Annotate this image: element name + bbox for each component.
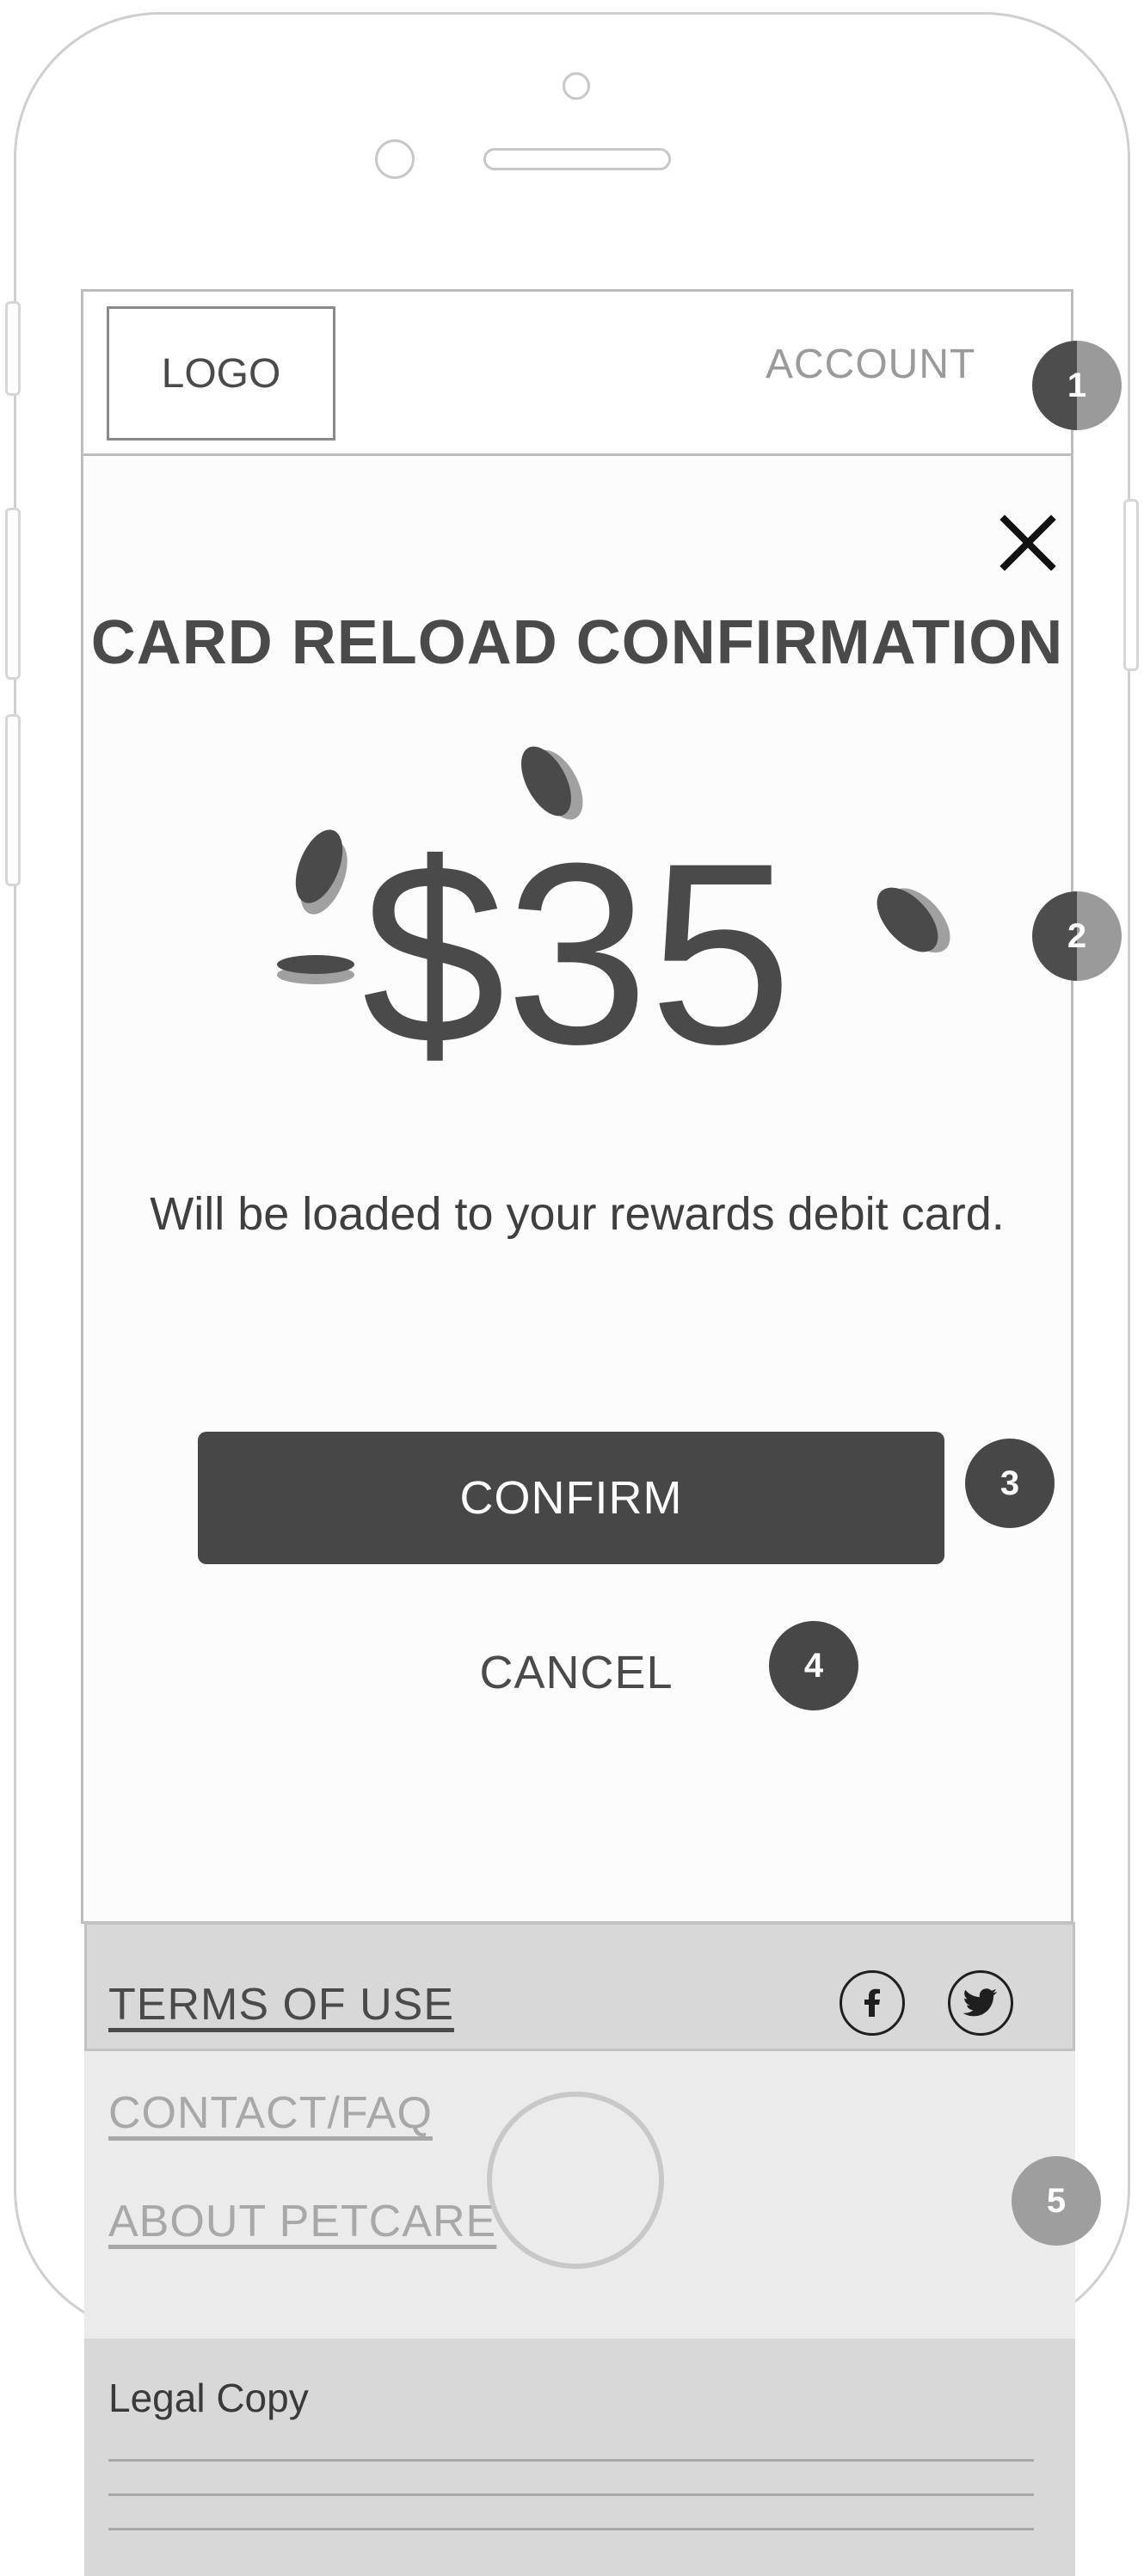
annotation-badge-4: 4 [769,1621,858,1710]
phone-home-button[interactable] [487,2092,664,2269]
close-icon[interactable] [998,513,1058,573]
phone-side-button [5,714,21,886]
legal-placeholder-line [108,2528,1034,2530]
annotation-badge-2: 2 [1032,891,1122,981]
logo[interactable]: LOGO [107,306,335,441]
account-link[interactable]: ACCOUNT [766,341,975,388]
phone-side-button [5,301,21,396]
footer-link-terms[interactable]: TERMS OF USE [108,1979,454,2031]
legal-placeholder-line [108,2493,1034,2496]
footer-link-about[interactable]: ABOUT PETCARE [108,2196,496,2247]
annotation-badge-3: 3 [965,1439,1055,1528]
phone-sensor [375,139,415,179]
legal-placeholder-line [108,2459,1034,2462]
facebook-icon[interactable] [840,1970,905,2036]
annotation-badge-5: 5 [1012,2156,1101,2246]
page-title: CARD RELOAD CONFIRMATION [90,608,1064,677]
confirm-button[interactable]: CONFIRM [198,1432,944,1564]
cancel-button[interactable]: CANCEL [378,1638,774,1707]
confirmation-message: Will be loaded to your rewards debit car… [150,1188,1005,1240]
phone-side-button [1123,499,1139,671]
reload-amount: $35 [361,809,793,1098]
twitter-icon[interactable] [948,1970,1013,2036]
phone-speaker [483,148,671,170]
annotation-badge-1: 1 [1032,341,1122,430]
phone-camera [563,72,590,100]
footer-link-contact[interactable]: CONTACT/FAQ [108,2087,433,2139]
phone-side-button [5,508,21,680]
legal-copy: Legal Copy [108,2376,309,2420]
